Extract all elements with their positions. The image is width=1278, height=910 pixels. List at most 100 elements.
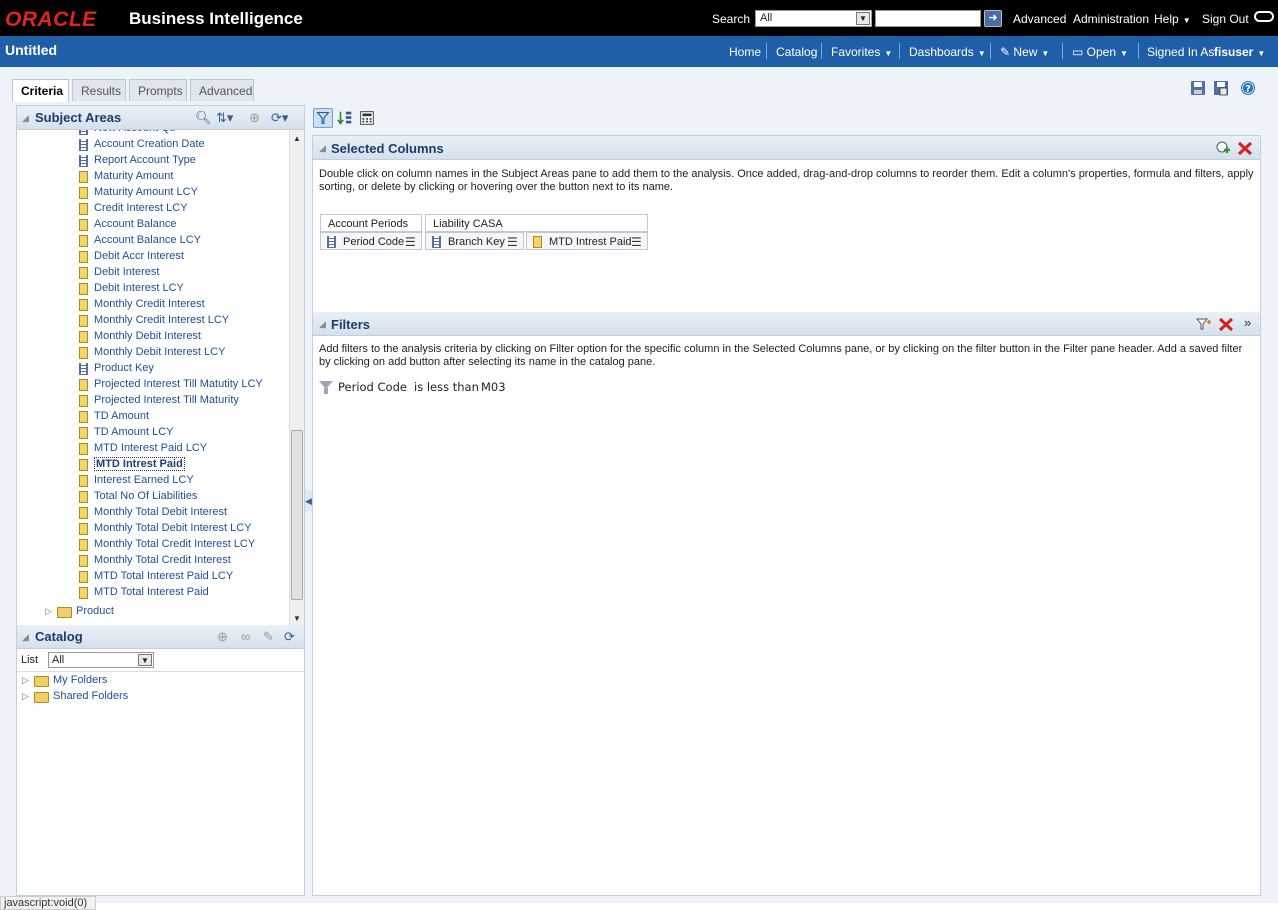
column-options-icon[interactable]: ☰ xyxy=(631,235,642,249)
scroll-down-icon[interactable]: ▼ xyxy=(293,614,301,623)
column-options-icon[interactable]: ☰ xyxy=(507,235,518,249)
catalog-list-select[interactable]: All ▼ xyxy=(48,652,154,668)
tree-item-label: Monthly Total Credit Interest xyxy=(94,554,231,566)
measure-icon xyxy=(79,267,88,279)
tree-item-label: Credit Interest LCY xyxy=(94,202,188,214)
expand-icon[interactable]: ▷ xyxy=(45,606,52,617)
search-go-button[interactable]: ➜ xyxy=(984,10,1002,27)
nav-divider xyxy=(766,43,767,59)
measure-icon xyxy=(79,555,88,567)
measure-icon xyxy=(79,379,88,391)
expand-icon[interactable]: ▷ xyxy=(22,691,29,702)
tree-item-label: Monthly Total Debit Interest LCY xyxy=(94,522,252,534)
attribute-icon xyxy=(79,363,88,375)
selected-columns-help: Double click on column names in the Subj… xyxy=(319,168,1254,193)
measure-icon xyxy=(79,475,88,487)
tree-item-label: Projected Interest Till Maturity xyxy=(94,394,239,406)
search-input[interactable] xyxy=(875,10,981,27)
folder-icon xyxy=(34,692,49,703)
subject-areas-tree: New Account Qti Account Creation Date Repo… xyxy=(17,130,289,626)
advanced-link[interactable]: Advanced xyxy=(1013,12,1066,26)
administration-link[interactable]: Administration xyxy=(1073,12,1149,26)
tab-criteria[interactable]: Criteria xyxy=(12,79,69,102)
edit-icon[interactable]: ✎ xyxy=(263,629,274,645)
tree-item-label: Maturity Amount xyxy=(94,170,174,182)
tab-results[interactable]: Results xyxy=(72,79,126,101)
refresh-icon[interactable]: ⟳ xyxy=(284,629,295,645)
chevron-down-icon: ▼ xyxy=(856,12,870,25)
add-column-icon[interactable] xyxy=(1215,140,1231,156)
column-branch-key[interactable]: Branch Key ☰ xyxy=(425,232,524,250)
help-icon[interactable]: ? xyxy=(1240,80,1256,96)
sign-out-link[interactable]: Sign Out xyxy=(1202,12,1249,26)
measure-icon xyxy=(79,219,88,231)
user-menu[interactable]: fisuser ▼ xyxy=(1214,45,1265,59)
tree-item-label: Account Balance xyxy=(94,218,177,230)
catalog-header: ◢ Catalog ⊕ ∞ ✎ ⟳ xyxy=(17,625,304,649)
column-mtd-intrest-paid[interactable]: MTD Intrest Paid ☰ xyxy=(526,232,648,250)
global-header: ORACLE Business Intelligence Search All … xyxy=(0,0,1278,36)
add-filter-icon[interactable] xyxy=(1196,316,1212,332)
tree-item-label: Account Balance LCY xyxy=(94,234,202,246)
tab-prompts[interactable]: Prompts xyxy=(129,79,187,101)
new-icon: ✎ xyxy=(1000,45,1014,59)
left-pane: ◢ Subject Areas 🔍︎ ⇅▾ ⊕ ⟳▾ New Account Q… xyxy=(16,105,305,896)
column-period-code[interactable]: Period Code ☰ xyxy=(320,232,422,250)
tree-item-label: Monthly Debit Interest xyxy=(94,330,201,342)
expand-more-icon[interactable]: » xyxy=(1244,315,1251,330)
help-menu[interactable]: Help ▼ xyxy=(1154,12,1191,26)
chevron-down-icon: ▼ xyxy=(1041,49,1050,58)
chevron-down-icon: ▼ xyxy=(1182,16,1191,25)
add-to-analysis-icon[interactable]: ⊕ xyxy=(217,629,228,645)
tree-item-label: Maturity Amount LCY xyxy=(94,186,198,198)
calculator-icon[interactable] xyxy=(357,108,377,128)
search-scope-value: All xyxy=(760,12,773,24)
subject-areas-header: ◢ Subject Areas 🔍︎ ⇅▾ ⊕ ⟳▾ xyxy=(17,106,304,130)
collapse-triangle-icon[interactable]: ◢ xyxy=(319,319,326,330)
chevron-down-icon: ▼ xyxy=(884,49,893,58)
expand-icon[interactable]: ▷ xyxy=(22,675,29,686)
new-menu[interactable]: ✎ New ▼ xyxy=(1000,45,1049,59)
measure-icon xyxy=(79,539,88,551)
tab-advanced[interactable]: Advanced xyxy=(190,79,254,101)
collapse-triangle-icon[interactable]: ◢ xyxy=(319,143,326,154)
add-icon[interactable]: ⊕ xyxy=(249,110,260,126)
collapse-triangle-icon[interactable]: ◢ xyxy=(22,632,29,643)
subject-areas-title: Subject Areas xyxy=(35,110,122,125)
measure-icon xyxy=(79,171,88,183)
show-filters-icon[interactable] xyxy=(313,108,333,128)
search-scope-select[interactable]: All ▼ xyxy=(755,10,872,27)
tree-item-label: Debit Interest LCY xyxy=(94,282,184,294)
subject-areas-scrollbar[interactable]: ▲ ▼ xyxy=(289,130,304,627)
home-link[interactable]: Home xyxy=(729,45,761,59)
tree-item-label: MTD Total Interest Paid xyxy=(94,586,209,598)
column-options-icon[interactable]: ☰ xyxy=(405,235,416,249)
open-menu[interactable]: ▭ Open ▼ xyxy=(1072,45,1128,59)
measure-icon xyxy=(79,235,88,247)
scroll-up-icon[interactable]: ▲ xyxy=(293,134,301,143)
tree-item-label: Monthly Credit Interest LCY xyxy=(94,314,230,326)
sort-columns-icon[interactable] xyxy=(335,108,355,128)
measure-icon xyxy=(79,507,88,519)
measure-icon xyxy=(79,571,88,583)
view-icon[interactable]: ∞ xyxy=(241,629,250,644)
filters-help: Add filters to the analysis criteria by … xyxy=(319,343,1243,368)
product-name: Business Intelligence xyxy=(129,9,303,28)
tree-item-label: Monthly Total Debit Interest xyxy=(94,506,228,518)
tree-item-label: Debit Interest xyxy=(94,266,160,278)
save-icon[interactable] xyxy=(1190,80,1206,96)
collapse-left-pane-button[interactable]: ◀ xyxy=(305,490,312,512)
tree-item-label: Interest Earned LCY xyxy=(94,474,194,486)
collapse-triangle-icon[interactable]: ◢ xyxy=(22,113,29,124)
tree-item-label: Total No Of Liabilities xyxy=(94,490,198,502)
remove-all-columns-icon[interactable] xyxy=(1237,140,1253,156)
remove-all-filters-icon[interactable] xyxy=(1218,316,1234,332)
save-as-icon[interactable] xyxy=(1213,80,1229,96)
sort-icon[interactable]: ⇅▾ xyxy=(216,110,233,126)
search-icon[interactable]: 🔍︎ xyxy=(195,110,212,126)
catalog-link[interactable]: Catalog xyxy=(776,45,817,59)
refresh-icon[interactable]: ⟳▾ xyxy=(271,110,288,126)
dashboards-menu[interactable]: Dashboards ▼ xyxy=(909,45,986,59)
scrollbar-thumb[interactable] xyxy=(291,430,303,600)
favorites-menu[interactable]: Favorites ▼ xyxy=(831,45,892,59)
